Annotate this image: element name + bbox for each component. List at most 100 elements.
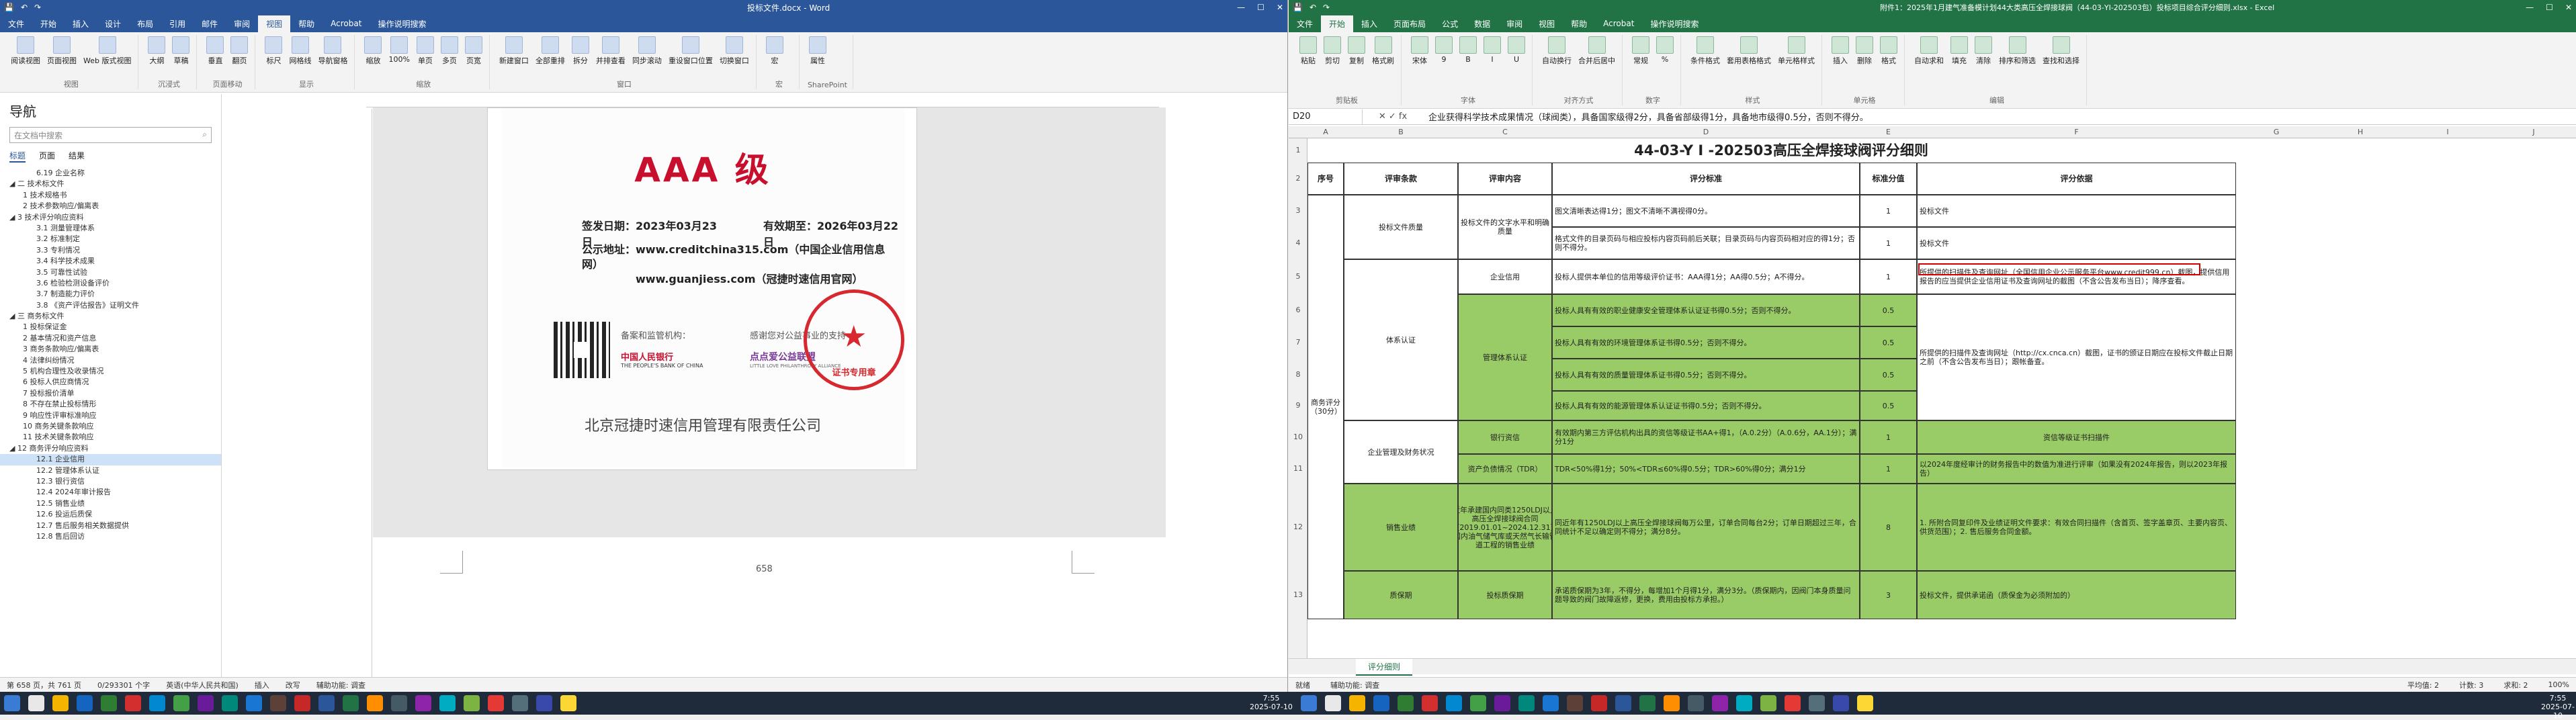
ribbon-button[interactable]: 单元格样式 — [1776, 35, 1816, 67]
taskbar-app-icon[interactable] — [1470, 695, 1486, 711]
taskbar-app-icon[interactable] — [149, 695, 165, 711]
sheet-cell[interactable]: 评分标准 — [1552, 163, 1860, 195]
column-header[interactable]: D — [1552, 128, 1860, 136]
ribbon-button[interactable]: 剪切 — [1322, 35, 1342, 67]
taskbar-app-icon[interactable] — [52, 695, 69, 711]
ribbon-tab[interactable]: 开始 — [1321, 15, 1354, 32]
taskbar-app-icon[interactable] — [1591, 695, 1607, 711]
taskbar-app-icon[interactable] — [1785, 695, 1801, 711]
ribbon-button[interactable]: 自动换行 — [1541, 35, 1573, 67]
ribbon-tab[interactable]: Acrobat — [323, 16, 370, 31]
ribbon-tab[interactable]: 文件 — [0, 15, 32, 32]
taskbar-app-icon[interactable] — [1760, 695, 1776, 711]
sheet-cell[interactable]: 序号 — [1307, 163, 1344, 195]
sheet-cell[interactable]: 体系认证 — [1344, 259, 1458, 420]
nav-heading-item[interactable]: 11 技术关键条款响应 — [0, 432, 221, 443]
sheet-cell[interactable]: 1 — [1860, 195, 1917, 227]
nav-tab[interactable]: 结果 — [69, 150, 85, 163]
taskbar-app-icon[interactable] — [1615, 695, 1631, 711]
ribbon-tab[interactable]: 审阅 — [1498, 15, 1531, 32]
taskbar-app-icon[interactable] — [343, 695, 359, 711]
name-box[interactable]: D20 — [1289, 109, 1363, 124]
sheet-cell[interactable]: 管理体系认证 — [1458, 294, 1552, 420]
ribbon-button[interactable]: 常规 — [1631, 35, 1651, 67]
ribbon-tab[interactable]: 开始 — [32, 15, 65, 32]
column-header[interactable]: E — [1860, 128, 1917, 136]
sheet-cell[interactable]: 1 — [1860, 454, 1917, 484]
ribbon-button[interactable]: 格式 — [1879, 35, 1899, 67]
taskbar-app-icon[interactable] — [1373, 695, 1389, 711]
sheet-cell[interactable]: 投标文件，提供承诺函（质保金为必须附加的） — [1917, 571, 2236, 619]
ribbon-button[interactable]: 插入 — [1830, 35, 1850, 67]
taskbar-app-icon[interactable] — [198, 695, 214, 711]
column-header[interactable]: J — [2491, 128, 2576, 136]
taskbar-app-icon[interactable] — [488, 695, 504, 711]
taskbar-app-icon[interactable] — [1543, 695, 1559, 711]
column-header[interactable]: C — [1458, 128, 1552, 136]
taskbar-app-icon[interactable] — [1664, 695, 1680, 711]
sheet-cell[interactable]: 同近年有1250LDJ以上高压全焊接球阀每万公里，订单合同每台2分；订单日期超过… — [1552, 484, 1860, 571]
nav-heading-item[interactable]: 4 法律纠纷情况 — [0, 355, 221, 366]
sheet-cell[interactable]: TDR<50%得1分；50%<TDR≤60%得0.5分；TDR>60%得0分；满… — [1552, 454, 1860, 484]
ribbon-tab[interactable]: 操作说明搜索 — [370, 15, 434, 32]
ribbon-button[interactable]: 导航窗格 — [316, 35, 349, 67]
nav-heading-item[interactable]: 12.3 银行资信 — [0, 476, 221, 487]
sheet-cell[interactable]: 投标文件质量 — [1344, 195, 1458, 259]
sheet-cell[interactable]: 1. 所附合同复印件及业绩证明文件要求：有效合同扫描件（含首页、签字盖章页、主要… — [1917, 484, 2236, 571]
row-header[interactable]: 3 — [1289, 206, 1307, 215]
row-header[interactable]: 2 — [1289, 174, 1307, 183]
ribbon-button[interactable]: 多页 — [439, 35, 460, 67]
nav-heading-item[interactable]: 3.1 测量管理体系 — [0, 223, 221, 234]
ribbon-button[interactable]: B — [1458, 35, 1478, 67]
sheet-cell[interactable]: 以2024年度经审计的财务报告中的数值为准进行评审（如果没有2024年报告，则以… — [1917, 454, 2236, 484]
ribbon-button[interactable]: Web 版式视图 — [82, 35, 132, 67]
status-ime[interactable]: 改写 — [286, 680, 300, 690]
row-header[interactable]: 12 — [1289, 523, 1307, 531]
ribbon-button[interactable]: 阅读视图 — [9, 35, 42, 67]
taskbar-app-icon[interactable] — [77, 695, 93, 711]
ribbon-button[interactable]: 同步滚动 — [631, 35, 663, 67]
sheet-cell[interactable]: 商务评分（30分） — [1307, 195, 1344, 619]
nav-heading-item[interactable]: 3.7 制造能力评价 — [0, 289, 221, 300]
clock[interactable]: 7:55 2025-07-10 — [1250, 694, 1293, 711]
sheet-cell[interactable]: 评审内容 — [1458, 163, 1552, 195]
undo-icon[interactable]: ↶ — [1310, 3, 1316, 12]
redo-icon[interactable]: ↷ — [34, 3, 41, 12]
row-header[interactable]: 9 — [1289, 401, 1307, 410]
save-icon[interactable]: 💾 — [1293, 3, 1303, 12]
taskbar-app-icon[interactable] — [1567, 695, 1583, 711]
taskbar-app-icon[interactable] — [101, 695, 117, 711]
ribbon-button[interactable]: 页面视图 — [46, 35, 78, 67]
taskbar-app-icon[interactable] — [367, 695, 383, 711]
nav-heading-item[interactable]: 10 商务关键条款响应 — [0, 421, 221, 432]
column-header[interactable]: B — [1344, 128, 1458, 136]
ribbon-tab[interactable]: 插入 — [65, 15, 97, 32]
column-header[interactable]: H — [2317, 128, 2404, 136]
nav-heading-item[interactable]: 12.2 管理体系认证 — [0, 465, 221, 476]
ribbon-button[interactable]: 标尺 — [263, 35, 284, 67]
nav-heading-item[interactable]: 5 机构合理性及收录情况 — [0, 366, 221, 377]
nav-heading-item[interactable]: 6 投标人供应商情况 — [0, 377, 221, 388]
sheet-cell[interactable]: 1 — [1860, 420, 1917, 454]
taskbar-app-icon[interactable] — [125, 695, 141, 711]
taskbar-app-icon[interactable] — [464, 695, 480, 711]
ribbon-button[interactable]: % — [1655, 35, 1675, 67]
ribbon-tab[interactable]: 邮件 — [194, 15, 226, 32]
nav-heading-item[interactable]: 3.8 《资产评估报告》证明文件 — [0, 300, 221, 311]
row-header[interactable]: 13 — [1289, 590, 1307, 599]
nav-search-input[interactable]: 在文档中搜索 ⌕ — [9, 127, 212, 143]
status-accessibility[interactable]: 辅助功能: 调查 — [316, 680, 366, 690]
sheet-cell[interactable]: 投标文件的文字水平和明确质量 — [1458, 195, 1552, 259]
document-area[interactable]: AAA 级 签发日期：2023年03月23日 有效期至：2026年03月22日 … — [373, 107, 1166, 677]
sheet-cell[interactable]: 评分依据 — [1917, 163, 2236, 195]
ribbon-button[interactable]: 查找和选择 — [2041, 35, 2081, 67]
nav-heading-item[interactable]: 3.5 可靠性试验 — [0, 267, 221, 278]
ribbon-button[interactable]: 填充 — [1949, 35, 1969, 67]
taskbar-app-icon[interactable] — [415, 695, 431, 711]
ribbon-button[interactable]: 大纲 — [146, 35, 167, 67]
ribbon-button[interactable]: 删除 — [1854, 35, 1875, 67]
taskbar-app-icon[interactable] — [1857, 695, 1873, 711]
nav-heading-item[interactable]: ◢ 二 技术标文件 — [0, 179, 221, 189]
sheet-cell[interactable]: 评审条款 — [1344, 163, 1458, 195]
sheet-cell[interactable]: 资产负债情况（TDR） — [1458, 454, 1552, 484]
